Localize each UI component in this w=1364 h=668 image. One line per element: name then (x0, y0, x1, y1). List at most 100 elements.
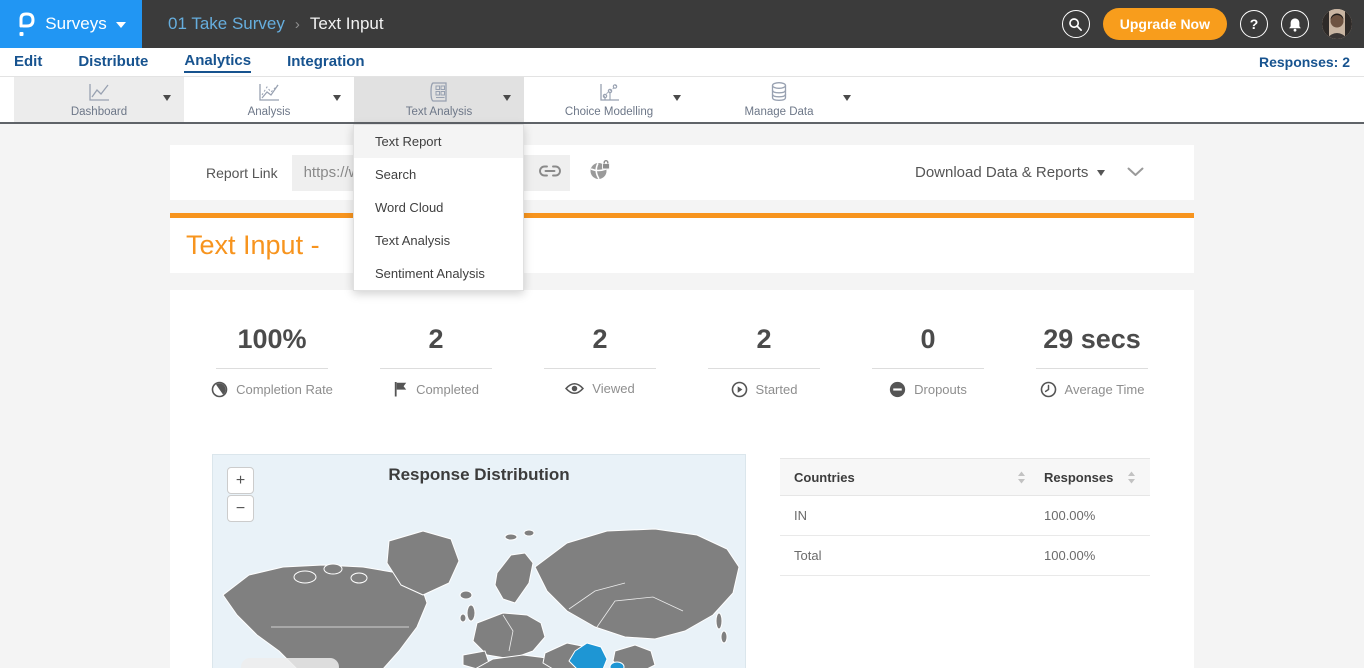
topbar: Surveys 01 Take Survey › Text Input Upgr… (0, 0, 1364, 48)
flag-icon (393, 381, 408, 397)
collapse-section-chevron[interactable] (1127, 164, 1144, 182)
search-button[interactable] (1062, 10, 1090, 38)
divider (1036, 368, 1148, 369)
countries-table: Countries Responses IN 100.00% Total 100… (780, 458, 1150, 576)
page-title: Text Input - (186, 230, 327, 261)
stat-completed: 2 Completed (354, 324, 518, 398)
sort-icon[interactable] (1127, 471, 1136, 484)
report-link-label: Report Link (206, 165, 278, 181)
chevron-down-icon[interactable] (673, 95, 681, 101)
stat-value: 2 (592, 324, 607, 355)
breadcrumb: 01 Take Survey › Text Input (168, 14, 384, 34)
stat-completion-rate: 100% Completion Rate (190, 324, 354, 398)
sort-icon[interactable] (1017, 471, 1026, 484)
chevron-down-icon[interactable] (333, 95, 341, 101)
chevron-down-icon (1097, 170, 1105, 176)
countries-table-header: Countries Responses (780, 458, 1150, 496)
breadcrumb-page: Text Input (310, 14, 384, 34)
menu-item-text-report[interactable]: Text Report (354, 125, 523, 158)
question-title-panel: Text Input - (170, 218, 1194, 273)
menu-item-search[interactable]: Search (354, 158, 523, 191)
tab-manage-data[interactable]: Manage Data (694, 77, 864, 122)
stat-label: Completed (416, 382, 479, 397)
table-row: IN 100.00% (780, 496, 1150, 536)
table-row: Total 100.00% (780, 536, 1150, 576)
completion-rate-icon (211, 381, 228, 398)
divider (544, 368, 656, 369)
breadcrumb-survey-link[interactable]: 01 Take Survey (168, 14, 285, 34)
upgrade-now-button[interactable]: Upgrade Now (1103, 8, 1227, 40)
tab-choice-modelling[interactable]: Choice Modelling (524, 77, 694, 122)
divider (708, 368, 820, 369)
tab-analysis[interactable]: Analysis (184, 77, 354, 122)
dashboard-main-panel: 100% Completion Rate 2 Completed (170, 290, 1194, 668)
text-analysis-menu: Text Report Search Word Cloud Text Analy… (353, 124, 524, 291)
stat-value: 29 secs (1043, 324, 1141, 355)
link-icon[interactable] (539, 164, 561, 182)
chevron-down-icon (116, 22, 126, 28)
stat-label: Dropouts (914, 382, 967, 397)
download-label: Download Data & Reports (915, 164, 1088, 181)
minus-circle-icon (889, 381, 906, 398)
responses-cell: 100.00% (1044, 548, 1136, 563)
search-icon (1068, 17, 1083, 32)
menu-item-sentiment-analysis[interactable]: Sentiment Analysis (354, 257, 523, 290)
user-avatar[interactable] (1322, 9, 1352, 39)
stat-value: 2 (756, 324, 771, 355)
nav-analytics[interactable]: Analytics (184, 52, 251, 73)
tab-dashboard[interactable]: Dashboard (14, 77, 184, 122)
stat-value: 100% (237, 324, 306, 355)
download-data-reports-dropdown[interactable]: Download Data & Reports (915, 164, 1105, 181)
responses-count: Responses: 2 (1259, 54, 1350, 70)
responses-header[interactable]: Responses (1044, 470, 1113, 485)
survey-nav: Edit Distribute Analytics Integration Re… (0, 48, 1364, 77)
stat-label: Viewed (592, 381, 634, 396)
country-cell: IN (794, 508, 1044, 523)
responses-cell: 100.00% (1044, 508, 1136, 523)
stat-started: 2 Started (682, 324, 846, 398)
stat-average-time: 29 secs Average Time (1010, 324, 1174, 398)
nav-integration[interactable]: Integration (287, 53, 365, 72)
survey-stats-row: 100% Completion Rate 2 Completed (170, 290, 1194, 398)
help-button[interactable]: ? (1240, 10, 1268, 38)
surveys-menu[interactable]: Surveys (0, 0, 142, 48)
play-circle-icon (731, 381, 748, 398)
tab-label: Text Analysis (406, 106, 472, 118)
world-map[interactable] (213, 455, 746, 668)
clock-icon (1040, 381, 1057, 398)
stat-value: 0 (920, 324, 935, 355)
tab-label: Manage Data (744, 106, 813, 118)
divider (872, 368, 984, 369)
stat-dropouts: 0 Dropouts (846, 324, 1010, 398)
chevron-down-icon[interactable] (843, 95, 851, 101)
country-cell: Total (794, 548, 1044, 563)
bell-icon (1288, 17, 1302, 32)
chevron-down-icon[interactable] (163, 95, 171, 101)
breadcrumb-separator: › (295, 16, 300, 33)
dashboard-chart-icon (86, 82, 112, 103)
divider (380, 368, 492, 369)
map-tooltip (241, 658, 339, 668)
response-distribution-map[interactable]: Response Distribution + − (212, 454, 746, 668)
nav-edit[interactable]: Edit (14, 53, 42, 72)
tab-label: Dashboard (71, 106, 127, 118)
tab-text-analysis[interactable]: Text Analysis (354, 77, 524, 122)
menu-item-text-analysis[interactable]: Text Analysis (354, 224, 523, 257)
choice-modelling-icon (596, 82, 622, 103)
nav-distribute[interactable]: Distribute (78, 53, 148, 72)
menu-item-word-cloud[interactable]: Word Cloud (354, 191, 523, 224)
topbar-actions: Upgrade Now ? (1062, 8, 1364, 40)
countries-header[interactable]: Countries (794, 470, 855, 485)
stat-value: 2 (428, 324, 443, 355)
analysis-chart-icon (256, 82, 282, 103)
divider (216, 368, 328, 369)
notifications-button[interactable] (1281, 10, 1309, 38)
analytics-toolbar: Dashboard Analysis Text Analysis (0, 77, 1364, 124)
stat-label: Average Time (1065, 382, 1145, 397)
avatar-photo (1322, 9, 1352, 39)
chevron-down-icon[interactable] (503, 95, 511, 101)
globe-lock-icon[interactable] (589, 160, 611, 185)
eye-icon (565, 382, 584, 395)
stat-label: Started (756, 382, 798, 397)
tab-label: Choice Modelling (565, 106, 653, 118)
